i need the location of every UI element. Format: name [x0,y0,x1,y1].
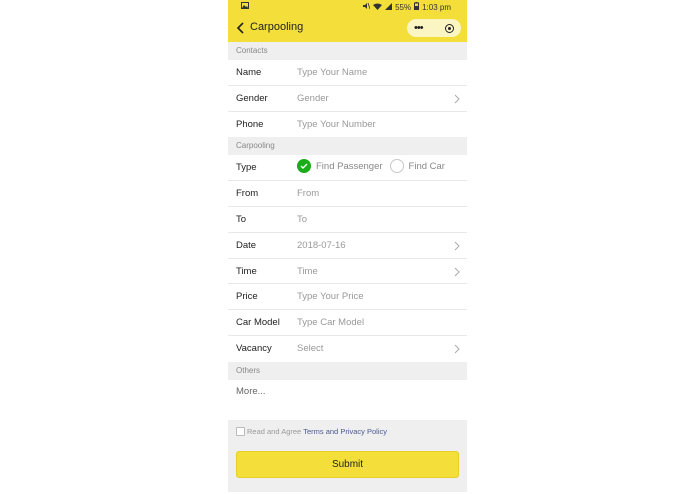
row-label: To [236,213,247,225]
to-input[interactable]: To [297,214,307,225]
row-label: Time [236,265,257,277]
row-type: Type Find Passenger Find Car [228,155,467,182]
row-to[interactable]: To To [228,207,467,233]
radio-unchecked-icon[interactable] [389,159,404,174]
chevron-right-icon [454,241,460,251]
car-model-input[interactable]: Type Car Model [297,317,364,328]
radio-label-find-car[interactable]: Find Car [409,161,445,172]
date-picker[interactable]: 2018-07-16 [297,240,346,251]
status-right: 55% 1:03 pm [362,2,451,12]
status-bar: 55% 1:03 pm [228,0,467,14]
nav-bar: Carpooling ••• [228,14,467,42]
row-label: Price [236,291,258,303]
row-phone[interactable]: Phone Type Your Number [228,112,467,138]
row-vacancy[interactable]: Vacancy Select [228,336,467,362]
close-target-icon[interactable] [445,23,454,33]
row-label: Name [236,67,262,78]
wifi-icon [373,3,383,12]
row-gender[interactable]: Gender Gender [228,86,467,112]
from-input[interactable]: From [297,188,319,199]
row-label: Date [236,239,257,251]
row-label: Phone [236,118,264,130]
back-icon[interactable] [234,20,248,36]
row-name[interactable]: Name Type Your Name [228,60,467,86]
section-carpooling: Carpooling [228,137,467,156]
chevron-right-icon [454,267,460,277]
gender-select[interactable]: Gender [297,93,329,104]
battery-icon [414,2,420,12]
price-input[interactable]: Type Your Price [297,291,364,302]
agreement: Read and Agree Terms and Privacy Policy [236,426,387,436]
row-from[interactable]: From From [228,181,467,207]
signal-icon [385,2,393,12]
phone-screen: 55% 1:03 pm Carpooling ••• Contacts Name… [228,0,467,494]
row-time[interactable]: Time Time [228,259,467,285]
check-icon[interactable] [297,159,311,174]
mini-program-capsule: ••• [407,19,461,37]
chevron-right-icon [454,344,460,354]
row-price[interactable]: Price Type Your Price [228,284,467,311]
more-options-icon[interactable]: ••• [414,22,424,34]
agree-checkbox[interactable] [236,426,245,436]
terms-link[interactable]: Terms and Privacy Policy [303,427,387,436]
submit-button[interactable]: Submit [236,450,459,478]
section-others: Others [228,361,467,380]
more-textarea[interactable]: More... [228,380,467,420]
mute-icon [362,2,371,12]
type-radio-group: Find Passenger Find Car [297,159,452,174]
row-label: Vacancy [236,342,272,354]
vacancy-select[interactable]: Select [297,343,323,354]
row-label: Car Model [236,317,280,329]
agree-text: Read and Agree [247,426,302,436]
row-label: Gender [236,92,268,104]
phone-input[interactable]: Type Your Number [297,119,376,130]
radio-label-find-passenger[interactable]: Find Passenger [316,161,383,172]
clock: 1:03 pm [422,2,451,12]
page-title: Carpooling [250,21,304,33]
image-icon [241,2,249,11]
row-car-model[interactable]: Car Model Type Car Model [228,310,467,336]
name-input[interactable]: Type Your Name [297,67,367,78]
time-picker[interactable]: Time [297,266,318,277]
footer: Read and Agree Terms and Privacy Policy … [228,419,467,492]
row-date[interactable]: Date 2018-07-16 [228,233,467,259]
row-label: Type [236,162,257,174]
chevron-right-icon [454,94,460,104]
section-contacts: Contacts [228,42,467,60]
row-label: From [236,188,259,200]
battery-percent: 55% [395,2,412,12]
